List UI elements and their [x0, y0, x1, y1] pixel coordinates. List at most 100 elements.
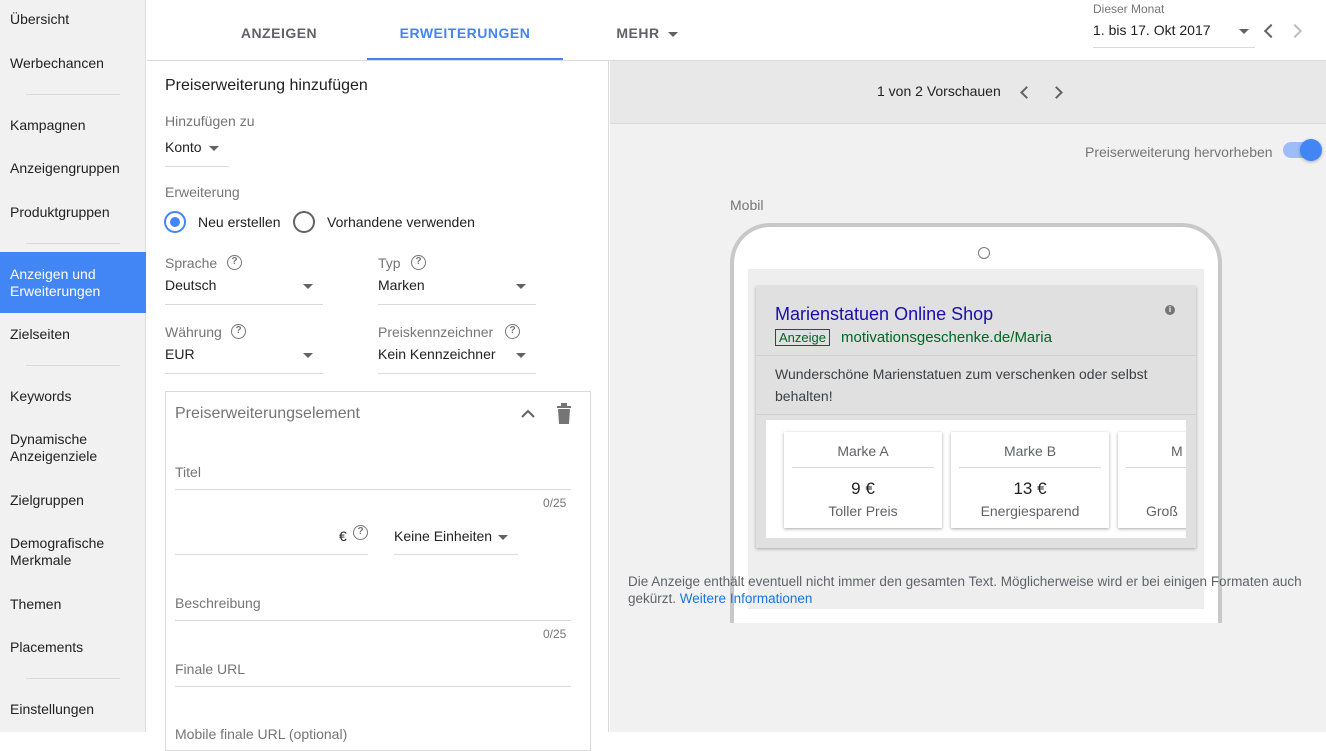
- sidebar-item-demografische-merkmale[interactable]: Demografische Merkmale: [0, 535, 120, 569]
- sidebar-item-einstellungen[interactable]: Einstellungen: [0, 701, 146, 718]
- sidebar-item-zielseiten[interactable]: Zielseiten: [0, 326, 146, 343]
- chevron-right-icon[interactable]: [1287, 23, 1303, 39]
- currency-underline: [165, 373, 323, 374]
- price-input[interactable]: € ?: [175, 512, 368, 555]
- help-icon[interactable]: ?: [411, 255, 426, 270]
- qualifier-select[interactable]: Kein Kennzeichner: [378, 346, 536, 372]
- caret-down-icon: [516, 353, 526, 358]
- caret-down-icon: [1239, 29, 1249, 34]
- type-select[interactable]: Marken: [378, 277, 536, 303]
- caret-down-icon: [209, 146, 219, 151]
- preview-panel: 1 von 2 Vorschauen Preiserweiterung herv…: [610, 61, 1326, 732]
- help-icon[interactable]: ?: [227, 255, 242, 270]
- currency-symbol: €: [339, 528, 347, 544]
- sidebar-item-placements[interactable]: Placements: [0, 639, 146, 656]
- title-field-input[interactable]: [175, 489, 571, 490]
- trash-icon[interactable]: [555, 403, 573, 425]
- sidebar-divider: [26, 365, 120, 366]
- chevron-left-icon[interactable]: [1020, 86, 1033, 99]
- price-card-price: 9 €: [851, 479, 875, 498]
- description-field-label: Beschreibung: [175, 595, 261, 611]
- price-card-header: Marke B: [959, 432, 1101, 468]
- unit-select[interactable]: Keine Einheiten: [394, 528, 518, 554]
- type-label: Typ: [378, 255, 401, 271]
- sidebar-item-produktgruppen[interactable]: Produktgruppen: [0, 204, 146, 221]
- price-card-header: M: [1126, 432, 1186, 468]
- caret-down-icon: [303, 353, 313, 358]
- help-icon[interactable]: ?: [505, 324, 520, 339]
- add-to-select[interactable]: Konto: [165, 139, 229, 167]
- sidebar-divider: [26, 678, 120, 679]
- price-card-description: Groß: [1146, 503, 1178, 519]
- device-label: Mobil: [730, 197, 764, 213]
- currency-value: EUR: [165, 346, 195, 362]
- type-value: Marken: [378, 277, 425, 293]
- tab-anzeigen[interactable]: ANZEIGEN: [207, 0, 351, 60]
- radio-existing-label[interactable]: Vorhandene verwenden: [327, 214, 475, 230]
- help-icon[interactable]: ?: [353, 525, 368, 540]
- currency-label: Währung: [165, 324, 222, 340]
- ad-title[interactable]: Marienstatuen Online Shop: [775, 304, 993, 325]
- description-field-input[interactable]: [175, 620, 571, 621]
- sidebar-item-zielgruppen[interactable]: Zielgruppen: [0, 492, 146, 509]
- price-card[interactable]: M Groß: [1118, 432, 1186, 528]
- form-title: Preiserweiterung hinzufügen: [165, 77, 368, 94]
- sidebar-item-keywords[interactable]: Keywords: [0, 388, 146, 405]
- final-url-input[interactable]: [175, 686, 571, 687]
- price-element-title: Preiserweiterungselement: [175, 405, 360, 422]
- ad-divider: [756, 355, 1196, 356]
- price-card[interactable]: Marke A 9 € Toller Preis: [784, 432, 942, 528]
- sidebar-item-dynamische-anzeigenziele[interactable]: Dynamische Anzeigenziele: [0, 431, 120, 465]
- tab-mehr[interactable]: MEHR: [597, 0, 697, 60]
- sidebar-item-anzeigen-und-erweiterungen[interactable]: Anzeigen und Erweiterungen: [0, 252, 146, 313]
- sidebar-item-anzeigengruppen[interactable]: Anzeigengruppen: [0, 160, 146, 177]
- add-to-value: Konto: [165, 139, 202, 155]
- language-select[interactable]: Deutsch: [165, 277, 323, 303]
- chevron-right-icon[interactable]: [1050, 86, 1063, 99]
- sidebar-item-uebersicht[interactable]: Übersicht: [0, 11, 146, 28]
- help-icon[interactable]: ?: [231, 324, 246, 339]
- radio-new[interactable]: [164, 211, 186, 233]
- mobile-url-label: Mobile finale URL (optional): [175, 726, 348, 742]
- more-info-link[interactable]: Weitere Informationen: [680, 591, 813, 606]
- ad-card: Marienstatuen Online Shop Anzeige motiva…: [756, 286, 1196, 548]
- price-element-box: Preiserweiterungselement Titel 0/25 € ? …: [165, 391, 591, 751]
- price-card[interactable]: Marke B 13 € Energiesparend: [951, 432, 1109, 528]
- ad-description: Wunderschöne Marienstatuen zum verschenk…: [775, 366, 1148, 404]
- description-counter: 0/25: [543, 627, 567, 641]
- qualifier-value: Kein Kennzeichner: [378, 346, 496, 362]
- form-panel: Preiserweiterung hinzufügen Hinzufügen z…: [147, 61, 609, 751]
- sidebar-item-kampagnen[interactable]: Kampagnen: [0, 117, 146, 134]
- chevron-left-icon[interactable]: [1263, 23, 1279, 39]
- sidebar-item-themen[interactable]: Themen: [0, 596, 146, 613]
- chevron-up-icon[interactable]: [520, 407, 536, 419]
- price-underline: [175, 554, 368, 555]
- price-card-price: 13 €: [1013, 479, 1047, 498]
- ad-divider: [756, 414, 1196, 415]
- price-card-description: Energiesparend: [980, 503, 1080, 519]
- add-to-label: Hinzufügen zu: [165, 113, 255, 129]
- language-label: Sprache: [165, 255, 218, 271]
- info-icon[interactable]: i: [1165, 305, 1175, 315]
- sidebar-divider: [26, 243, 120, 244]
- sidebar-item-werbechancen[interactable]: Werbechancen: [0, 55, 146, 72]
- price-card-header: Marke A: [792, 432, 934, 468]
- radio-existing[interactable]: [293, 211, 315, 233]
- phone-screen: Marienstatuen Online Shop Anzeige motiva…: [748, 269, 1204, 609]
- currency-select[interactable]: EUR: [165, 346, 323, 372]
- date-range-label: Dieser Monat: [1093, 2, 1165, 16]
- price-cards-strip: Marke A 9 € Toller Preis Marke B 13 € En…: [766, 420, 1186, 538]
- sidebar: Übersicht Werbechancen Kampagnen Anzeige…: [0, 0, 146, 732]
- radio-new-label[interactable]: Neu erstellen: [198, 214, 281, 230]
- caret-down-icon: [498, 535, 508, 540]
- tab-erweiterungen[interactable]: ERWEITERUNGEN: [367, 0, 563, 60]
- date-range-select[interactable]: 1. bis 17. Okt 2017: [1093, 22, 1255, 48]
- ad-url: motivationsgeschenke.de/Maria: [841, 329, 1052, 346]
- highlight-toggle[interactable]: [1300, 139, 1322, 161]
- final-url-label: Finale URL: [175, 661, 246, 677]
- language-underline: [165, 304, 323, 305]
- date-range-value: 1. bis 17. Okt 2017: [1093, 22, 1211, 38]
- phone-frame: Marienstatuen Online Shop Anzeige motiva…: [730, 223, 1222, 623]
- ad-badge: Anzeige: [775, 329, 830, 346]
- preview-header: 1 von 2 Vorschauen: [610, 61, 1326, 124]
